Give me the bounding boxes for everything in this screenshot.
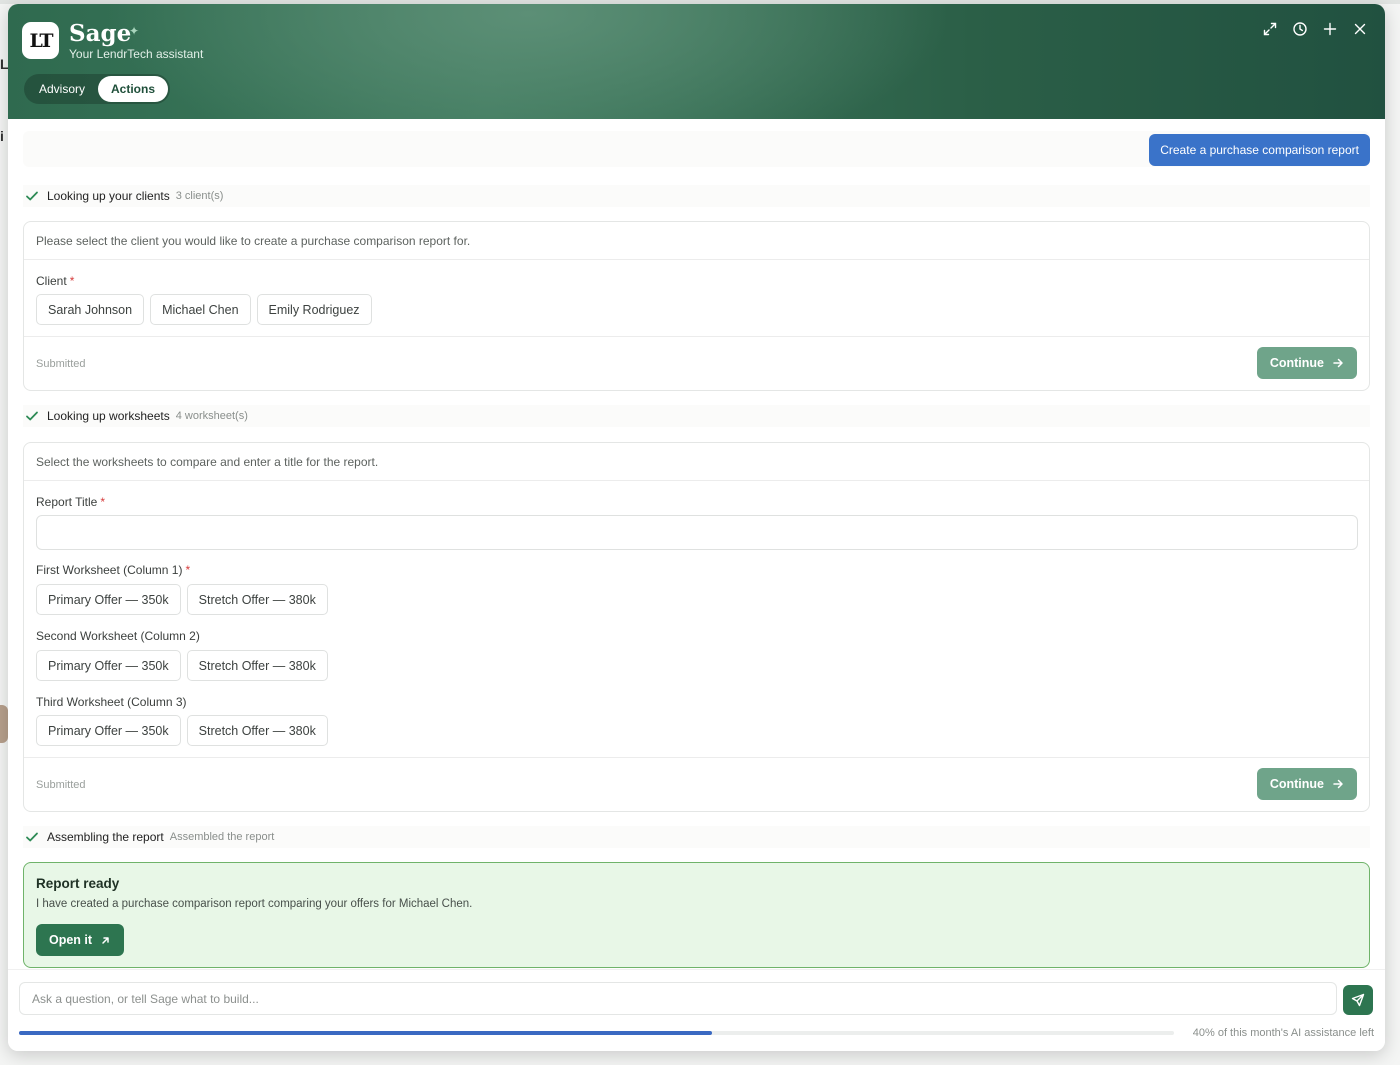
submitted-status: Submitted	[36, 779, 86, 791]
second-worksheet-options: Primary Offer — 350k Stretch Offer — 380…	[36, 650, 328, 681]
card-prompt: Please select the client you would like …	[24, 222, 1369, 260]
step-label: Looking up your clients	[47, 189, 170, 203]
submitted-status: Submitted	[36, 358, 86, 370]
lendrtech-logo: LT	[22, 22, 59, 59]
second-worksheet-label: Second Worksheet (Column 2)	[36, 629, 200, 643]
step-meta: Assembled the report	[169, 831, 275, 843]
sparkle-icon: ✦	[129, 24, 140, 38]
sage-assistant-panel: LT Sage ✦ Your LendrTech assistant Advis…	[8, 4, 1385, 1051]
conversation-area: Create a purchase comparison report Look…	[8, 119, 1385, 969]
assistant-subtitle: Your LendrTech assistant	[69, 47, 204, 61]
third-worksheet-options: Primary Offer — 350k Stretch Offer — 380…	[36, 715, 328, 746]
continue-label: Continue	[1269, 777, 1324, 791]
chat-input[interactable]	[19, 982, 1337, 1015]
continue-label: Continue	[1269, 356, 1324, 370]
report-title-input[interactable]	[36, 515, 1358, 550]
required-marker: *	[185, 563, 191, 577]
tab-advisory[interactable]: Advisory	[26, 76, 98, 102]
required-marker: *	[69, 274, 75, 288]
client-option-emily-rodriguez[interactable]: Emily Rodriguez	[256, 294, 372, 325]
header-actions	[1261, 20, 1369, 38]
tab-actions[interactable]: Actions	[98, 76, 169, 102]
arrow-right-icon	[1333, 779, 1343, 789]
mode-tabs: Advisory Actions	[24, 74, 171, 104]
third-worksheet-label: Third Worksheet (Column 3)	[36, 695, 187, 709]
worksheet-option-stretch-offer[interactable]: Stretch Offer — 380k	[186, 650, 328, 681]
step-meta: 4 worksheet(s)	[175, 410, 248, 422]
client-field-label: Client *	[36, 274, 74, 288]
step-looking-up-worksheets: Looking up worksheets 4 worksheet(s)	[23, 405, 1370, 427]
client-selection-card: Please select the client you would like …	[23, 221, 1370, 391]
card-footer: Submitted Continue	[24, 336, 1369, 390]
open-report-button[interactable]: Open it	[36, 924, 125, 956]
worksheet-option-stretch-offer[interactable]: Stretch Offer — 380k	[186, 715, 328, 746]
step-looking-up-clients: Looking up your clients 3 client(s)	[23, 185, 1370, 207]
continue-button[interactable]: Continue	[1256, 347, 1357, 379]
plus-icon[interactable]	[1321, 20, 1339, 38]
client-option-michael-chen[interactable]: Michael Chen	[150, 294, 251, 325]
background-avatar	[0, 705, 8, 743]
card-footer: Submitted Continue	[24, 757, 1369, 811]
history-icon[interactable]	[1291, 20, 1309, 38]
arrow-right-icon	[1333, 358, 1343, 368]
user-message-bubble: Create a purchase comparison report	[1149, 134, 1370, 166]
card-prompt: Select the worksheets to compare and ent…	[24, 443, 1369, 481]
worksheet-option-primary-offer[interactable]: Primary Offer — 350k	[36, 650, 181, 681]
first-worksheet-label-text: First Worksheet (Column 1)	[36, 563, 183, 577]
worksheet-selection-card: Select the worksheets to compare and ent…	[23, 442, 1370, 812]
usage-progress-fill	[19, 1031, 712, 1035]
check-icon	[26, 832, 38, 842]
composer: 40% of this month's AI assistance left	[8, 969, 1385, 1051]
required-marker: *	[100, 495, 106, 509]
continue-button[interactable]: Continue	[1256, 768, 1357, 800]
assistant-title: Sage	[69, 20, 132, 47]
report-ready-card: Report ready I have created a purchase c…	[23, 862, 1370, 968]
report-title-label-text: Report Title	[36, 495, 98, 509]
logo-mark: LT	[29, 29, 54, 52]
open-report-label: Open it	[49, 933, 93, 947]
step-assembling-report: Assembling the report Assembled the repo…	[23, 826, 1370, 848]
client-option-sarah-johnson[interactable]: Sarah Johnson	[36, 294, 145, 325]
external-arrow-icon	[102, 936, 109, 944]
close-icon[interactable]	[1351, 20, 1369, 38]
first-worksheet-label: First Worksheet (Column 1) *	[36, 563, 190, 577]
report-ready-text: I have created a purchase comparison rep…	[36, 898, 473, 910]
step-label: Looking up worksheets	[47, 409, 170, 423]
background-text-fragment: i	[0, 128, 4, 144]
check-icon	[26, 411, 38, 421]
report-ready-title: Report ready	[36, 876, 120, 891]
send-button[interactable]	[1343, 985, 1373, 1015]
first-worksheet-options: Primary Offer — 350k Stretch Offer — 380…	[36, 584, 328, 615]
worksheet-option-stretch-offer[interactable]: Stretch Offer — 380k	[186, 584, 328, 615]
client-options: Sarah Johnson Michael Chen Emily Rodrigu…	[36, 294, 372, 325]
report-title-label: Report Title *	[36, 495, 105, 509]
expand-icon[interactable]	[1261, 20, 1279, 38]
step-meta: 3 client(s)	[175, 190, 224, 202]
worksheet-option-primary-offer[interactable]: Primary Offer — 350k	[36, 584, 181, 615]
client-label-text: Client	[36, 274, 67, 288]
step-label: Assembling the report	[47, 830, 164, 844]
usage-progress-bar	[19, 1031, 1174, 1035]
check-icon	[26, 191, 38, 201]
usage-remaining-text: 40% of this month's AI assistance left	[1192, 1027, 1374, 1039]
panel-header: LT Sage ✦ Your LendrTech assistant Advis…	[8, 4, 1385, 119]
send-icon	[1351, 993, 1365, 1007]
worksheet-option-primary-offer[interactable]: Primary Offer — 350k	[36, 715, 181, 746]
